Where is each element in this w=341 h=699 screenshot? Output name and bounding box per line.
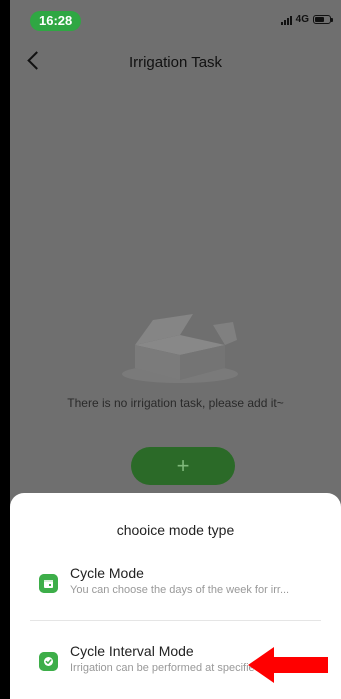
nav-bar: Irrigation Task [10,46,341,80]
mode-name: Cycle Interval Mode [70,643,194,659]
divider [30,620,321,621]
add-task-button[interactable]: + [131,447,235,485]
empty-box-icon [122,314,238,383]
calendar-icon [39,574,58,593]
network-type: 4G [295,14,309,25]
sheet-title: chooice mode type [116,522,235,538]
battery-icon [313,15,333,24]
status-indicators: 4G [280,14,333,25]
red-arrow-annotation [248,647,328,683]
mode-option-cycle[interactable]: Cycle Mode You can choose the days of th… [10,563,341,623]
phone-screen: 16:28 4G Irrigation Task There is no irr… [10,0,341,699]
status-time: 16:28 [30,11,82,31]
check-circle-icon [39,652,58,671]
mode-select-sheet: chooice mode type Cycle Mode You can cho… [10,493,341,699]
signal-icon [280,15,292,25]
empty-message: There is no irrigation task, please add … [67,396,284,410]
status-bar: 16:28 4G [10,0,341,40]
mode-description: You can choose the days of the week for … [70,584,290,596]
page-title: Irrigation Task [128,54,223,71]
mode-name: Cycle Mode [70,565,144,581]
